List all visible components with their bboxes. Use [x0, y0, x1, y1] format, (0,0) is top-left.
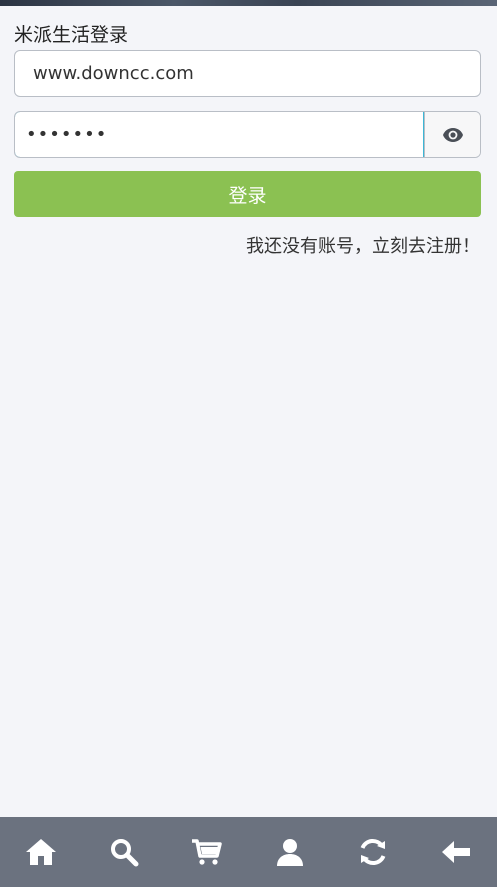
nav-user-button[interactable] [260, 822, 320, 882]
nav-back-button[interactable] [426, 822, 486, 882]
login-button[interactable]: 登录 [14, 171, 481, 217]
refresh-icon [360, 838, 386, 866]
nav-cart-button[interactable] [177, 822, 237, 882]
password-group [14, 111, 481, 158]
nav-search-button[interactable] [94, 822, 154, 882]
user-icon [276, 839, 303, 866]
show-password-button[interactable] [424, 112, 480, 157]
password-field[interactable] [15, 112, 424, 157]
bottom-nav [0, 817, 497, 887]
nav-home-button[interactable] [11, 822, 71, 882]
password-input[interactable] [15, 112, 423, 157]
status-strip [0, 0, 497, 6]
username-input[interactable] [15, 51, 480, 96]
nav-refresh-button[interactable] [343, 822, 403, 882]
home-icon [26, 839, 57, 865]
page-title: 米派生活登录 [14, 24, 129, 46]
eye-icon [442, 127, 463, 142]
search-icon [111, 839, 139, 867]
register-link[interactable]: 我还没有账号，立刻去注册！ [246, 234, 480, 260]
cart-icon [192, 839, 222, 865]
username-field[interactable] [14, 50, 481, 97]
back-arrow-icon [441, 841, 470, 863]
